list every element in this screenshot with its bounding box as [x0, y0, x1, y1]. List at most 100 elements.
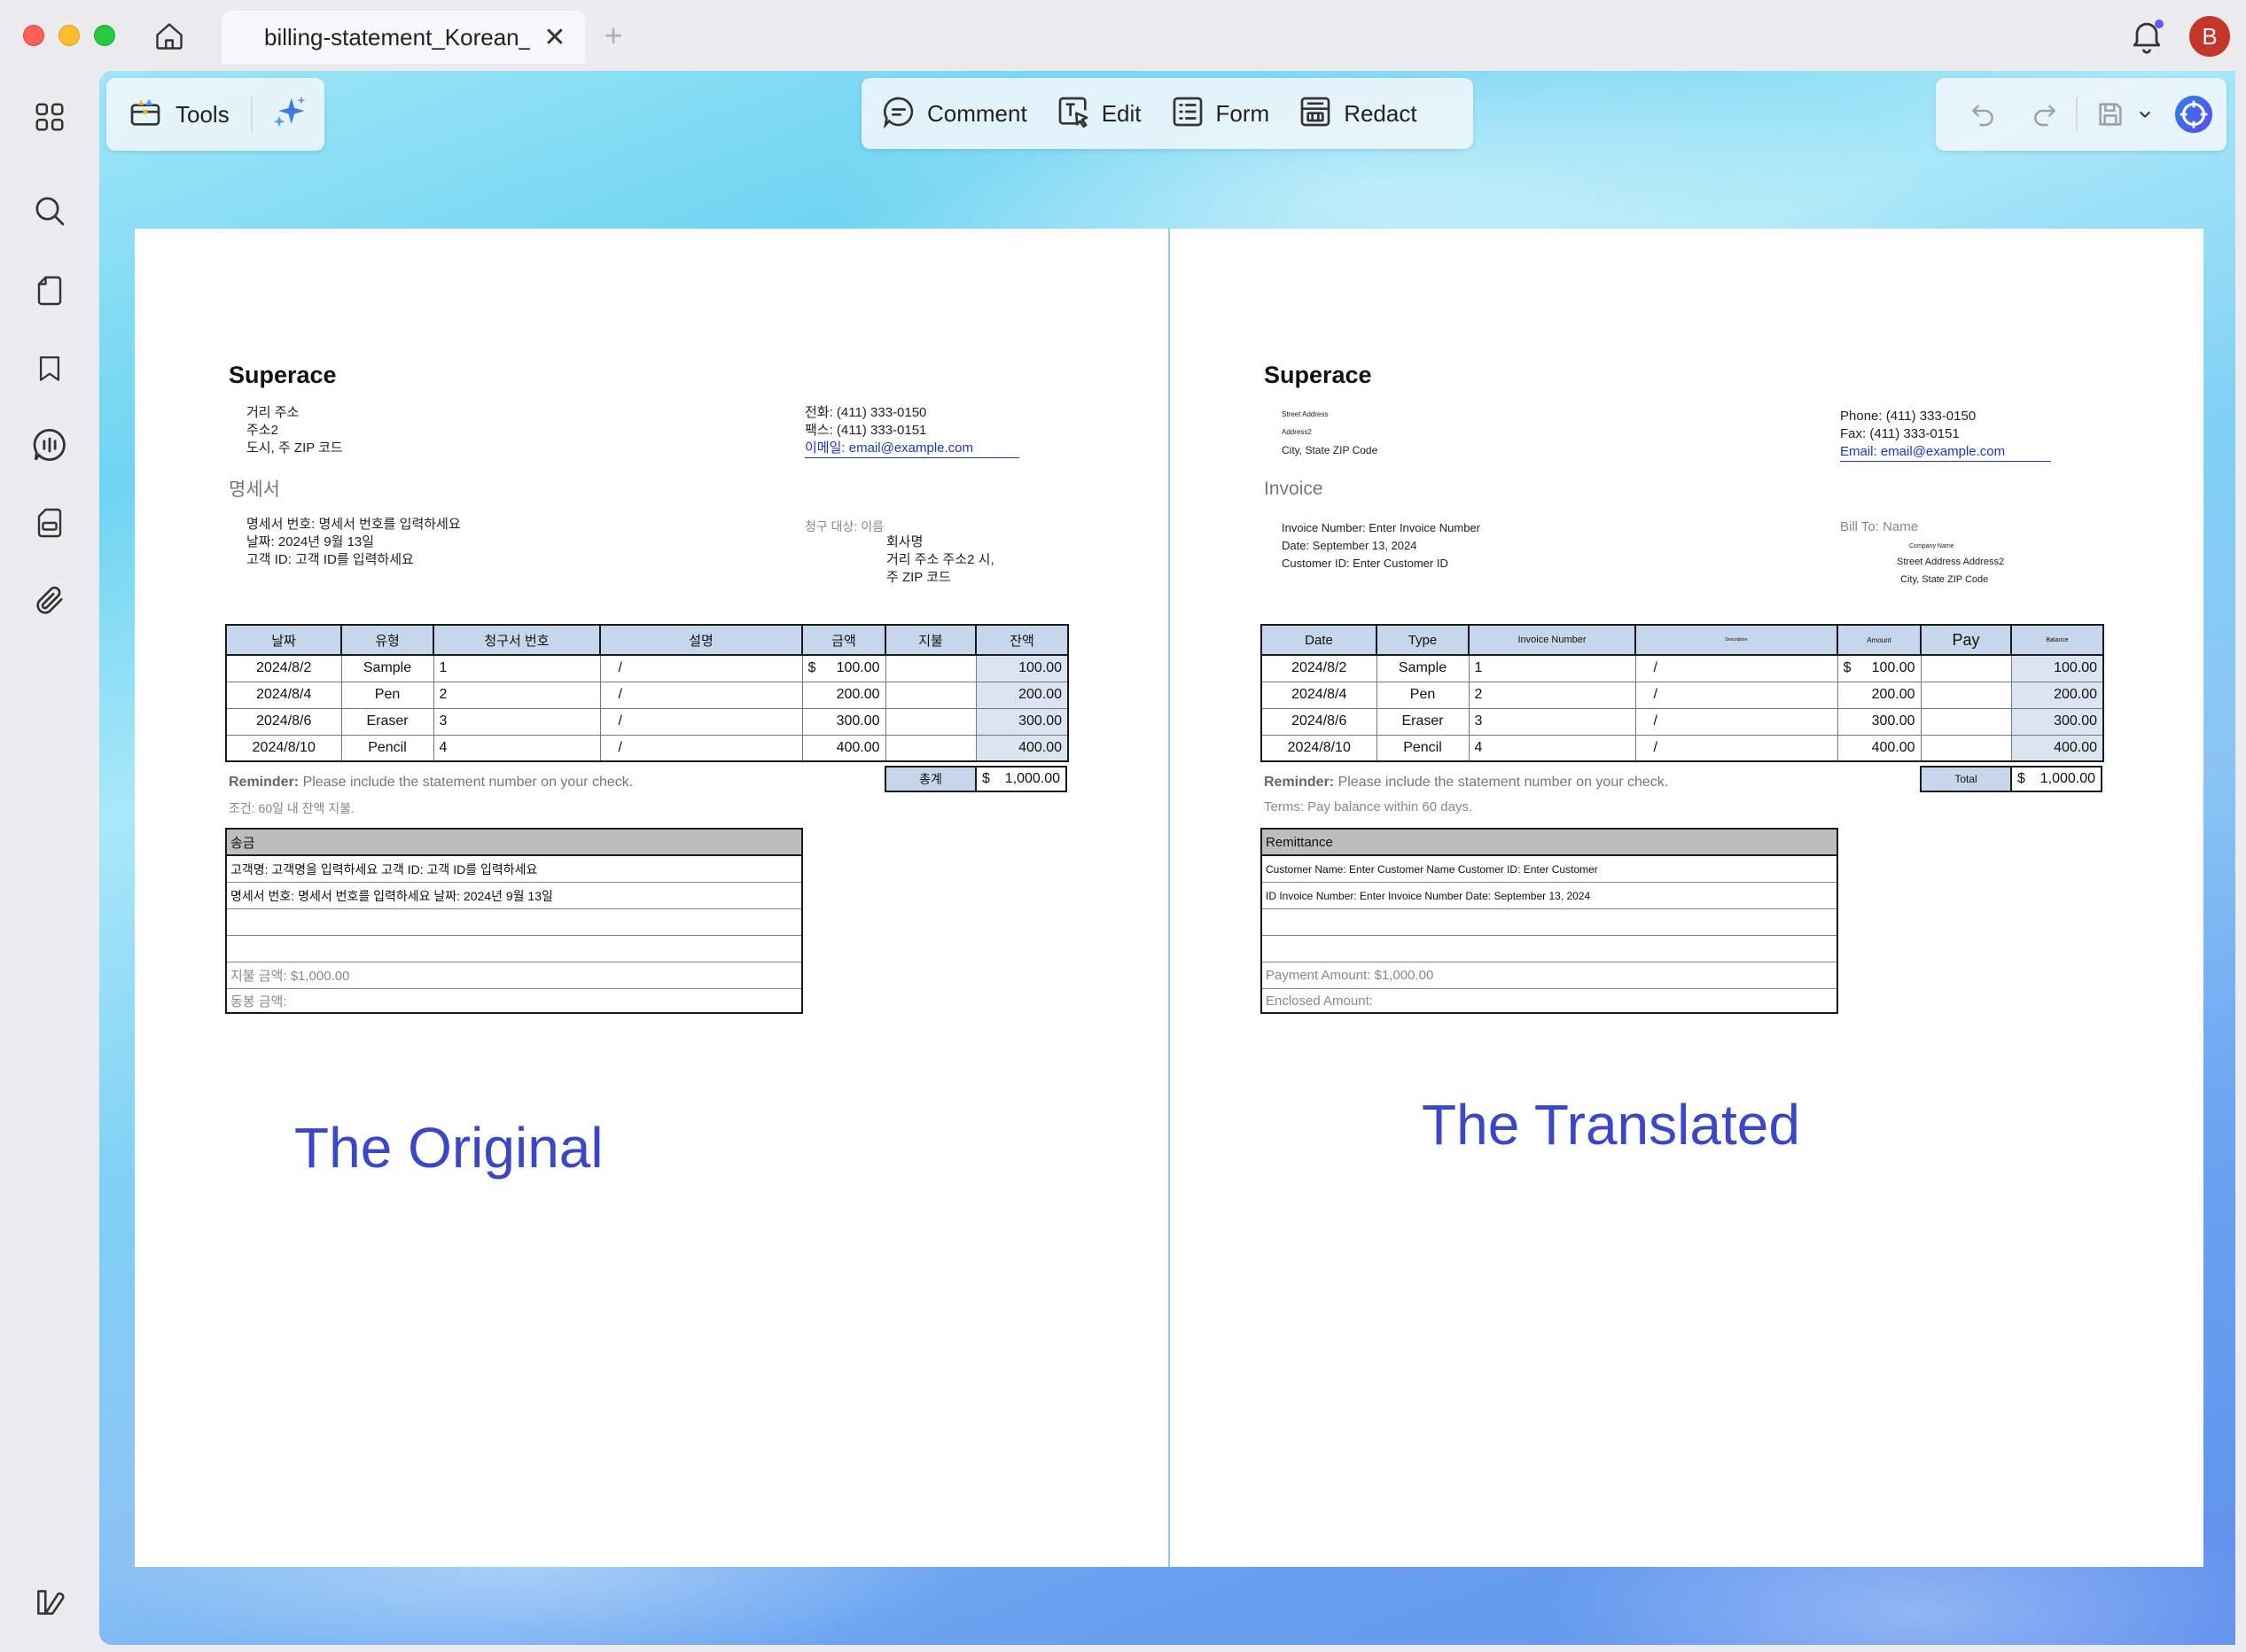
notification-dot	[2155, 19, 2164, 28]
close-window-button[interactable]	[23, 25, 44, 46]
amount-value: 100.00	[836, 660, 880, 676]
bill-to-label: Bill To: Name	[1840, 519, 1919, 534]
statement-table: 날짜 유형 청구서 번호 설명 금액 지불 잔액 2024/8/2 Sample…	[225, 624, 1069, 762]
description-cell: /	[1634, 734, 1838, 762]
type-cell: Eraser	[1376, 707, 1470, 736]
total-amount: 1,000.00	[1004, 771, 1060, 786]
zoom-window-button[interactable]	[94, 25, 115, 46]
bill-to-label: 청구 대상: 이름	[805, 519, 884, 534]
phone-text: 전화: (411) 333-0150	[805, 405, 927, 420]
comment-icon	[881, 94, 916, 134]
remittance-row: 고객명: 고객명을 입력하세요 고객 ID: 고객 ID를 입력하세요	[227, 856, 801, 883]
table-row: 2024/8/2 Sample 1 / $100.00 100.00	[1260, 654, 2104, 682]
customer-id-text: Customer ID: Enter Customer ID	[1282, 557, 1448, 570]
description-cell: /	[599, 681, 803, 709]
close-tab-icon[interactable]: ✕	[539, 21, 571, 53]
search-icon[interactable]	[27, 188, 73, 234]
document-tab[interactable]: billing-statement_Korean_ ✕	[222, 11, 585, 64]
page-thumbnail-icon[interactable]	[27, 268, 73, 314]
currency-symbol: $	[1843, 660, 1852, 676]
document-heading: 명세서	[229, 479, 280, 500]
column-header: 잔액	[975, 624, 1069, 656]
description-cell: /	[599, 707, 803, 736]
avatar[interactable]: B	[2189, 16, 2230, 57]
new-tab-button[interactable]: +	[594, 16, 633, 55]
ai-chat-icon[interactable]	[27, 422, 73, 468]
table-row: 2024/8/6 Eraser 3 / 300.00 300.00	[1260, 707, 2104, 736]
redact-button[interactable]: Redact	[1298, 87, 1417, 140]
edit-text-icon	[1056, 94, 1091, 134]
table-row: 2024/8/10 Pencil 4 / 400.00 400.00	[225, 734, 1069, 762]
email-link[interactable]: 이메일: email@example.com	[805, 440, 1020, 458]
redo-icon[interactable]	[2026, 96, 2063, 133]
pay-cell	[885, 734, 977, 762]
form-icon	[1170, 94, 1205, 134]
type-cell: Pen	[1376, 681, 1470, 709]
bill-to-line: Company Name	[1909, 543, 1954, 549]
toolbox-icon[interactable]	[128, 95, 163, 135]
ai-assistant-icon[interactable]	[2173, 94, 2214, 135]
pay-cell	[1920, 654, 2012, 682]
save-icon[interactable]	[2092, 96, 2129, 133]
amount-value: 400.00	[1871, 739, 1915, 755]
description-cell: /	[599, 734, 803, 762]
reminder-label: Reminder:	[229, 775, 300, 790]
table-header-row: Date Type Invoice Number Description Amo…	[1260, 624, 2104, 656]
column-header: 청구서 번호	[433, 624, 601, 656]
invoice-cell: 2	[433, 681, 601, 709]
form-button[interactable]: Form	[1170, 87, 1269, 140]
edit-button[interactable]: Edit	[1056, 87, 1142, 140]
remittance-row	[227, 936, 801, 962]
company-address: Street Address Address2 City, State ZIP …	[1282, 406, 1377, 459]
table-row: 2024/8/4 Pen 2 / 200.00 200.00	[1260, 681, 2104, 709]
toolbar-divider	[250, 97, 253, 132]
description-cell: /	[1634, 681, 1838, 709]
column-header: 설명	[599, 624, 803, 656]
total-amount: 1,000.00	[2039, 771, 2095, 786]
balance-cell: 300.00	[975, 707, 1069, 736]
ai-sparkle-icon[interactable]	[270, 93, 309, 136]
company-contact: 전화: (411) 333-0150 팩스: (411) 333-0151 이메…	[805, 404, 1020, 458]
email-link[interactable]: Email: email@example.com	[1840, 443, 2052, 462]
bookmark-icon[interactable]	[27, 346, 73, 392]
comment-button[interactable]: Comment	[881, 87, 1027, 140]
minimize-window-button[interactable]	[58, 25, 80, 46]
history-toolbar	[1936, 78, 2227, 151]
table-row: 2024/8/2 Sample 1 / $100.00 100.00	[225, 654, 1069, 682]
home-icon[interactable]	[149, 16, 190, 57]
edit-label: Edit	[1101, 99, 1142, 127]
apps-grid-icon[interactable]	[27, 94, 73, 140]
invoice-cell: 4	[1468, 734, 1636, 762]
invoice-meta: Invoice Number: Enter Invoice Number Dat…	[1282, 519, 1480, 573]
undo-icon[interactable]	[1964, 96, 2001, 133]
type-cell: Pencil	[1376, 734, 1470, 762]
reminder-label: Reminder:	[1264, 775, 1335, 790]
amount-value: 400.00	[836, 739, 880, 755]
date-cell: 2024/8/4	[225, 681, 342, 709]
tools-button[interactable]: Tools	[175, 101, 230, 129]
pay-cell	[885, 681, 977, 709]
invoice-number-text: 명세서 번호: 명세서 번호를 입력하세요	[246, 517, 461, 532]
date-cell: 2024/8/4	[1260, 681, 1377, 709]
email-label: 이메일:	[805, 440, 849, 456]
company-name: Superace	[229, 362, 337, 388]
company-name: Superace	[1264, 362, 1372, 388]
column-header: Balance	[2010, 624, 2104, 656]
attachment-icon[interactable]	[27, 578, 73, 624]
fax-text: 팩스: (411) 333-0151	[805, 423, 927, 438]
document-scan-icon[interactable]	[27, 500, 73, 546]
type-cell: Eraser	[340, 707, 434, 736]
reminder-text: Reminder: Please include the statement n…	[1264, 775, 1668, 791]
enclosed-amount-row: Enclosed Amount:	[1266, 993, 1373, 1009]
document-canvas: Tools Comment Edit Form Redact Superace …	[99, 71, 2235, 1645]
chevron-down-icon[interactable]	[2134, 96, 2156, 133]
sidebar-toggle-icon[interactable]	[27, 1579, 73, 1625]
left-sidebar	[0, 71, 99, 1652]
remittance-row: ID Invoice Number: Enter Invoice Number …	[1262, 883, 1837, 909]
column-header: Date	[1260, 624, 1377, 656]
payment-amount-row: Payment Amount: $1,000.00	[1262, 962, 1837, 989]
enclosed-amount-row: 동봉 금액:	[230, 994, 287, 1009]
total-row: 총계 $1,000.00	[885, 766, 1067, 792]
bill-to-line: City, State ZIP Code	[1900, 574, 1989, 585]
bill-to-line: 거리 주소 주소2 시,	[886, 552, 994, 567]
